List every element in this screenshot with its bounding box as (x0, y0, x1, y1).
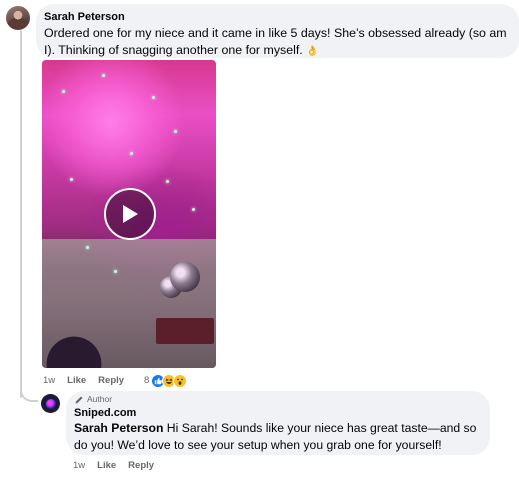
pencil-icon (75, 396, 83, 403)
reply-timestamp[interactable]: 1w (73, 460, 85, 472)
star-dot (174, 130, 177, 133)
reply-bubble: Author Sniped.com Sarah Peterson Hi Sara… (66, 391, 490, 455)
reply-author-name[interactable]: Sniped.com (74, 406, 480, 420)
ok-hand-emoji-icon: 👌 (306, 46, 319, 57)
comment-text: Ordered one for my niece and it came in … (44, 25, 509, 60)
star-dot (62, 90, 65, 93)
like-button[interactable]: Like (67, 375, 86, 387)
gift-box (156, 318, 214, 344)
star-dot (192, 208, 195, 211)
star-dot (70, 178, 73, 181)
star-dot (114, 270, 117, 273)
avatar[interactable] (6, 6, 30, 30)
comment-thread: Sarah Peterson Ordered one for my niece … (0, 0, 519, 478)
avatar[interactable] (41, 394, 60, 413)
comment-author-name[interactable]: Sarah Peterson (44, 10, 509, 24)
play-button[interactable] (104, 188, 156, 240)
brand-logo-icon (45, 398, 56, 409)
comment-body: Ordered one for my niece and it came in … (44, 26, 507, 57)
projector-device (42, 332, 106, 368)
reply-button[interactable]: Reply (128, 460, 154, 472)
wow-icon (173, 374, 188, 388)
star-dot (130, 152, 133, 155)
thread-connector-line (20, 30, 22, 398)
star-dot (152, 96, 155, 99)
play-icon (123, 205, 138, 223)
reaction-count[interactable]: 8 (144, 375, 149, 387)
reply-text: Sarah Peterson Hi Sarah! Sounds like you… (74, 420, 480, 454)
comment-bubble: Sarah Peterson Ordered one for my niece … (36, 4, 519, 58)
like-button[interactable]: Like (97, 460, 116, 472)
reply-button[interactable]: Reply (98, 375, 124, 387)
star-dot (86, 246, 89, 249)
author-badge: Author (74, 394, 480, 405)
star-dot (166, 180, 169, 183)
video-attachment[interactable] (42, 60, 216, 368)
mention-link[interactable]: Sarah Peterson (74, 421, 163, 435)
author-badge-label: Author (87, 394, 113, 404)
star-dot (102, 74, 105, 77)
thread-connector-curve (20, 380, 38, 402)
reply-actions: 1w Like Reply (73, 460, 166, 472)
comment-actions: 1w Like Reply 8 (43, 374, 188, 388)
comment-timestamp[interactable]: 1w (43, 375, 55, 387)
chrome-orb (170, 262, 200, 292)
reaction-summary[interactable] (151, 374, 188, 388)
